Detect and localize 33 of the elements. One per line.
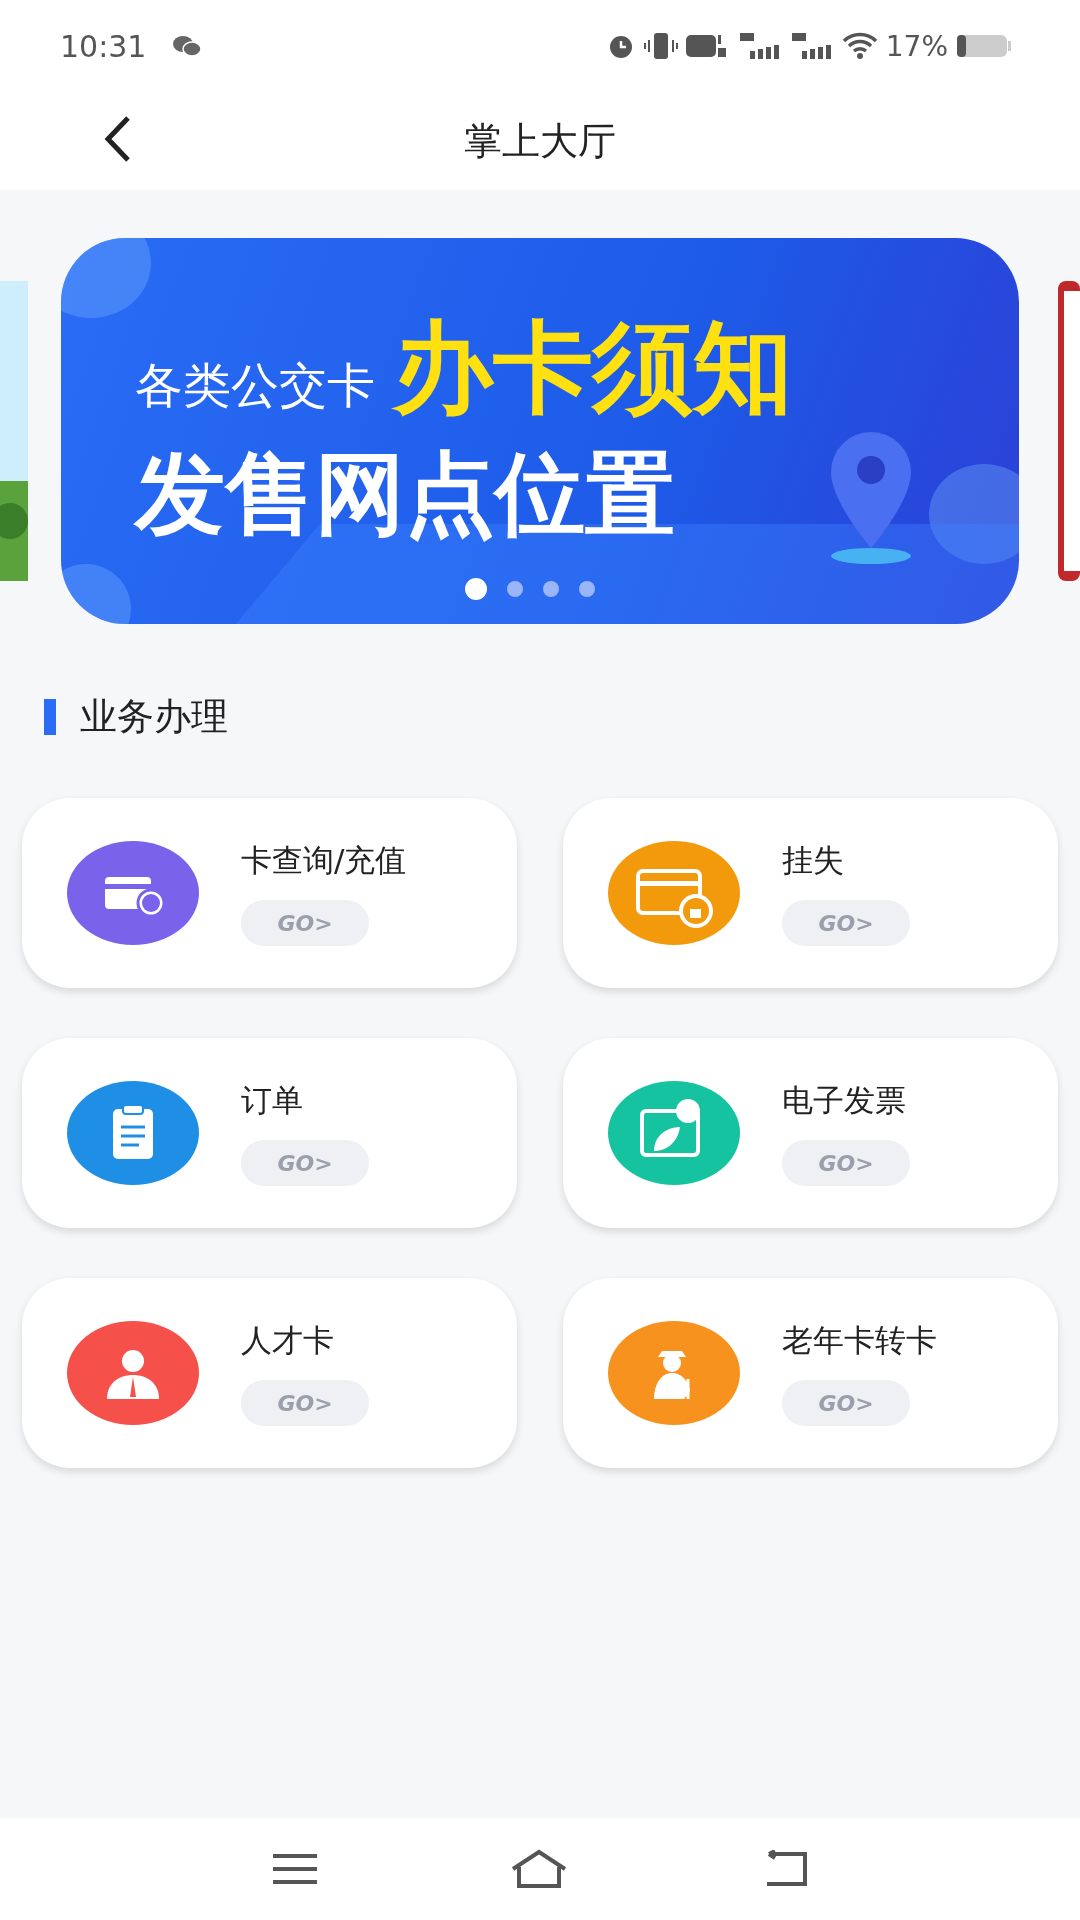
menu-icon[interactable] [271,1852,319,1886]
service-card[interactable]: 订单 GO> [22,1038,517,1228]
chat-icon [172,34,203,58]
carousel-dot[interactable] [465,578,487,600]
banner-headline: 发售网点位置 [135,440,675,548]
banner[interactable]: 各类公交卡 办卡须知 发售网点位置 [61,238,1019,624]
battery-percentage: 17% [885,29,948,63]
service-card[interactable]: 挂失 GO> [563,798,1058,988]
status-time: 10:31 [60,28,147,64]
service-card[interactable]: 人才卡 GO> [22,1278,517,1468]
service-title: 订单 [241,1081,303,1120]
service-card[interactable]: 卡查询/充值 GO> [22,798,517,988]
page-title: 掌上大厅 [464,117,616,165]
service-card[interactable]: 电子发票 GO> [563,1038,1058,1228]
service-title: 卡查询/充值 [241,841,407,880]
vibrate-icon [643,31,678,61]
service-title: 电子发票 [782,1081,906,1120]
carousel-dot[interactable] [543,581,559,597]
signal-icon [737,31,782,61]
signal-icon [789,31,834,61]
carousel-dot[interactable] [507,581,523,597]
wifi-icon [841,31,878,61]
service-title: 老年卡转卡 [782,1321,937,1360]
battery-icon [956,33,1012,59]
carousel-dot[interactable] [579,581,595,597]
banner-subtitle: 各类公交卡 [135,356,375,415]
service-title: 人才卡 [241,1321,334,1360]
service-card[interactable]: 老年卡转卡 GO> [563,1278,1058,1468]
home-icon[interactable] [509,1849,569,1889]
service-title: 挂失 [782,841,844,880]
section-title: 业务办理 [80,694,228,740]
banner-highlight: 办卡须知 [393,308,793,428]
section-marker [44,699,56,735]
